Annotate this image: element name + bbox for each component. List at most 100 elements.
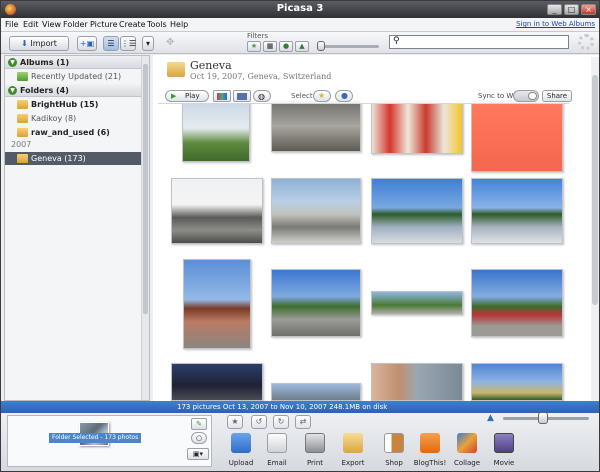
blogthis-button[interactable]: BlogThis!: [413, 433, 447, 471]
albums-header[interactable]: ▼ Albums (1): [5, 56, 149, 69]
search-icon: ⚲: [393, 36, 400, 46]
upload-button[interactable]: Upload: [224, 433, 258, 471]
filter-faces-button[interactable]: ●: [279, 41, 293, 52]
shop-button[interactable]: Shop: [377, 433, 411, 471]
tray-menu-button[interactable]: ▣▾: [187, 448, 209, 460]
play-slideshow-button[interactable]: ▶ Play: [165, 90, 209, 102]
select-starred-button[interactable]: ★: [313, 90, 331, 102]
menu-edit[interactable]: Edit: [23, 20, 39, 29]
select-label: Select: [291, 92, 313, 100]
maximize-button[interactable]: □: [564, 4, 579, 15]
rotate-right-icon: ↻: [277, 417, 285, 426]
clear-tray-button[interactable]: ○: [191, 432, 207, 444]
folder-title[interactable]: Geneva: [190, 59, 232, 72]
grid-scrollbar[interactable]: [591, 57, 599, 401]
sidebar-item-raw-and-used[interactable]: raw_and_used (6): [5, 126, 149, 139]
photo-thumbnail[interactable]: [171, 178, 263, 244]
star-button[interactable]: ★: [227, 415, 243, 429]
collage-icon: [217, 93, 227, 100]
sidebar-item-recently-updated[interactable]: Recently Updated (21): [5, 70, 149, 83]
filter-starred-button[interactable]: ★: [247, 41, 261, 52]
photo-thumbnail[interactable]: [182, 100, 250, 162]
photo-thumbnail[interactable]: [471, 269, 563, 337]
rotate-left-button[interactable]: ↺: [251, 415, 267, 429]
print-icon: [305, 433, 325, 453]
menu-help[interactable]: Help: [170, 20, 188, 29]
geotag-button[interactable]: ◍: [253, 90, 271, 102]
print-button[interactable]: Print: [298, 433, 332, 471]
menu-bar: File Edit View Folder Picture Create Too…: [1, 18, 599, 32]
photo-thumbnail[interactable]: [271, 100, 361, 152]
thumbnail-size-knob[interactable]: [538, 412, 548, 424]
minimize-button[interactable]: _: [547, 4, 562, 15]
link-icon: ⇄: [299, 417, 307, 426]
sidebar-scroll-thumb[interactable]: [143, 64, 148, 314]
share-button[interactable]: Share: [542, 90, 572, 102]
menu-picture[interactable]: Picture: [90, 20, 118, 29]
import-button[interactable]: ⬇ Import: [9, 36, 69, 51]
select-people-button[interactable]: ●: [335, 90, 353, 102]
sidebar-scrollbar[interactable]: [141, 56, 149, 400]
photo-thumbnail[interactable]: [371, 100, 463, 154]
sidebar-item-kadikoy[interactable]: Kadikoy (8): [5, 112, 149, 125]
filter-slider-knob[interactable]: [317, 41, 325, 51]
photo-thumbnail[interactable]: [271, 269, 361, 337]
collapse-icon[interactable]: ▼: [8, 58, 17, 67]
photo-thumbnail[interactable]: [183, 259, 251, 349]
share-tray-button[interactable]: ⇄: [295, 415, 311, 429]
menu-create[interactable]: Create: [119, 20, 146, 29]
filter-video-button[interactable]: ▦: [263, 41, 277, 52]
sidebar-item-brighthub[interactable]: BrightHub (15): [5, 98, 149, 111]
sign-in-link[interactable]: Sign in to Web Albums: [516, 20, 595, 28]
create-movie-button[interactable]: [233, 90, 251, 102]
menu-file[interactable]: File: [5, 20, 18, 29]
folders-header[interactable]: ▼ Folders (4): [5, 84, 149, 97]
sync-toggle[interactable]: [513, 90, 539, 102]
pin-icon: ✎: [196, 420, 202, 428]
photo-thumbnail[interactable]: [271, 383, 361, 401]
person-icon: ●: [282, 42, 290, 50]
loading-spinner-icon: [578, 34, 594, 50]
collage-button[interactable]: Collage: [450, 433, 484, 471]
export-button[interactable]: Export: [336, 433, 370, 471]
grid-scroll-thumb[interactable]: [592, 75, 598, 305]
list-view-icon: ☰: [107, 39, 115, 48]
create-collage-button[interactable]: [213, 90, 231, 102]
tree-view-icon: ⋮☰: [121, 39, 137, 48]
photo-thumbnail[interactable]: [371, 363, 463, 401]
movie-label: Movie: [493, 459, 515, 467]
folder-action-bar: ▶ Play ◍ Select ★ ● Sync to Web Share: [161, 90, 572, 104]
library-view-button[interactable]: ☰: [103, 36, 119, 51]
filter-geotag-button[interactable]: ▲: [295, 41, 309, 52]
photo-thumbnail[interactable]: [471, 178, 563, 244]
rotate-right-button[interactable]: ↻: [273, 415, 289, 429]
chevron-down-icon: ▾: [145, 39, 150, 48]
move-icon[interactable]: ✥: [166, 37, 174, 48]
view-dropdown-button[interactable]: ▾: [142, 36, 154, 51]
photo-thumbnail[interactable]: [271, 178, 361, 244]
menu-folder[interactable]: Folder: [63, 20, 88, 29]
timeline-view-button[interactable]: ⋮☰: [120, 36, 136, 51]
photo-thumbnail[interactable]: [171, 363, 263, 401]
export-label: Export: [341, 459, 365, 467]
photo-thumbnail[interactable]: [471, 100, 563, 172]
filter-slider-track[interactable]: [321, 45, 379, 48]
email-button[interactable]: Email: [260, 433, 294, 471]
search-field[interactable]: ⚲: [389, 35, 569, 49]
photo-thumbnail[interactable]: [471, 363, 563, 401]
hold-button[interactable]: ✎: [191, 418, 207, 430]
folder-label: Geneva (173): [31, 154, 86, 163]
photo-thumbnail[interactable]: [371, 178, 463, 244]
folder-label: Kadikoy (8): [31, 114, 77, 123]
photo-thumbnail[interactable]: [371, 291, 463, 315]
menu-tools[interactable]: Tools: [147, 20, 167, 29]
collapse-icon[interactable]: ▼: [8, 86, 17, 95]
year-divider: 2007: [11, 140, 32, 149]
close-button[interactable]: ×: [581, 4, 596, 15]
menu-view[interactable]: View: [42, 20, 61, 29]
add-to-album-button[interactable]: +▣: [77, 36, 97, 51]
movie-icon: [494, 433, 514, 453]
sidebar-item-geneva[interactable]: Geneva (173): [5, 152, 141, 165]
movie-button[interactable]: Movie: [487, 433, 521, 471]
rotate-left-icon: ↺: [255, 417, 263, 426]
